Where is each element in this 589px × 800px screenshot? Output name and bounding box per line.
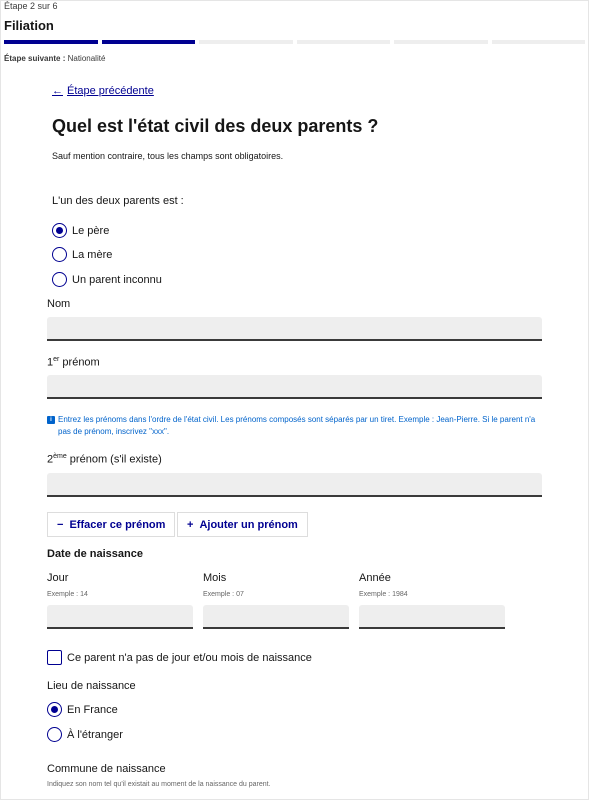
day-input[interactable]	[47, 605, 193, 629]
radio-button[interactable]	[52, 247, 67, 262]
prenom2-input[interactable]	[47, 473, 542, 497]
remove-firstname-button[interactable]: − Effacer ce prénom	[47, 512, 176, 537]
radio-button[interactable]	[47, 702, 62, 717]
plus-icon: +	[187, 518, 194, 531]
radio-father[interactable]: Le père	[52, 223, 109, 238]
radio-abroad[interactable]: À l'étranger	[47, 727, 123, 742]
month-label: Mois	[203, 572, 227, 584]
stepper-progress	[4, 40, 585, 45]
radio-in-france[interactable]: En France	[47, 702, 118, 717]
stepper-segment	[296, 40, 390, 44]
year-input[interactable]	[359, 605, 505, 629]
stepper-segment	[491, 40, 585, 44]
prenom1-input[interactable]	[47, 375, 542, 399]
nom-input[interactable]	[47, 317, 542, 341]
info-icon: i	[47, 416, 55, 424]
day-label: Jour	[47, 572, 69, 584]
radio-button[interactable]	[52, 223, 67, 238]
next-step-info: Étape suivante : Nationalité	[4, 54, 106, 63]
radio-unknown-parent[interactable]: Un parent inconnu	[52, 272, 162, 287]
commune-hint: Indiquez son nom tel qu'il existait au m…	[47, 781, 271, 788]
commune-label: Commune de naissance	[47, 763, 166, 775]
stepper-segment	[4, 40, 98, 44]
year-hint: Exemple : 1984	[359, 591, 408, 598]
nom-label: Nom	[47, 298, 71, 310]
arrow-left-icon: ←	[52, 85, 63, 97]
mandatory-note: Sauf mention contraire, tous les champs …	[52, 151, 284, 161]
page-title: Quel est l'état civil des deux parents ?	[52, 116, 379, 136]
birth-date-title: Date de naissance	[47, 548, 143, 560]
prenom2-label: 2ème prénom (s'il existe)	[47, 453, 162, 466]
radio-mother[interactable]: La mère	[52, 247, 112, 262]
stepper-segment	[394, 40, 488, 44]
month-input[interactable]	[203, 605, 349, 629]
parent-type-legend: L'un des deux parents est :	[52, 195, 184, 207]
prenom1-label: 1er prénom	[47, 356, 100, 369]
stepper-segment	[199, 40, 293, 44]
prenom-info-message: i Entrez les prénoms dans l'ordre de l'é…	[47, 414, 542, 438]
unknown-date-checkbox[interactable]	[47, 650, 62, 665]
minus-icon: −	[57, 518, 64, 531]
year-label: Année	[359, 572, 391, 584]
radio-button[interactable]	[52, 272, 67, 287]
birth-place-legend: Lieu de naissance	[47, 680, 136, 692]
radio-button[interactable]	[47, 727, 62, 742]
step-title: Filiation	[4, 18, 54, 33]
step-counter: Étape 2 sur 6	[4, 1, 58, 11]
month-hint: Exemple : 07	[203, 591, 244, 598]
day-hint: Exemple : 14	[47, 591, 88, 598]
unknown-date-checkbox-row[interactable]: Ce parent n'a pas de jour et/ou mois de …	[47, 650, 312, 665]
stepper-segment	[101, 40, 195, 44]
add-firstname-button[interactable]: + Ajouter un prénom	[177, 512, 308, 537]
previous-step-link[interactable]: ← Étape précédente	[52, 85, 154, 97]
